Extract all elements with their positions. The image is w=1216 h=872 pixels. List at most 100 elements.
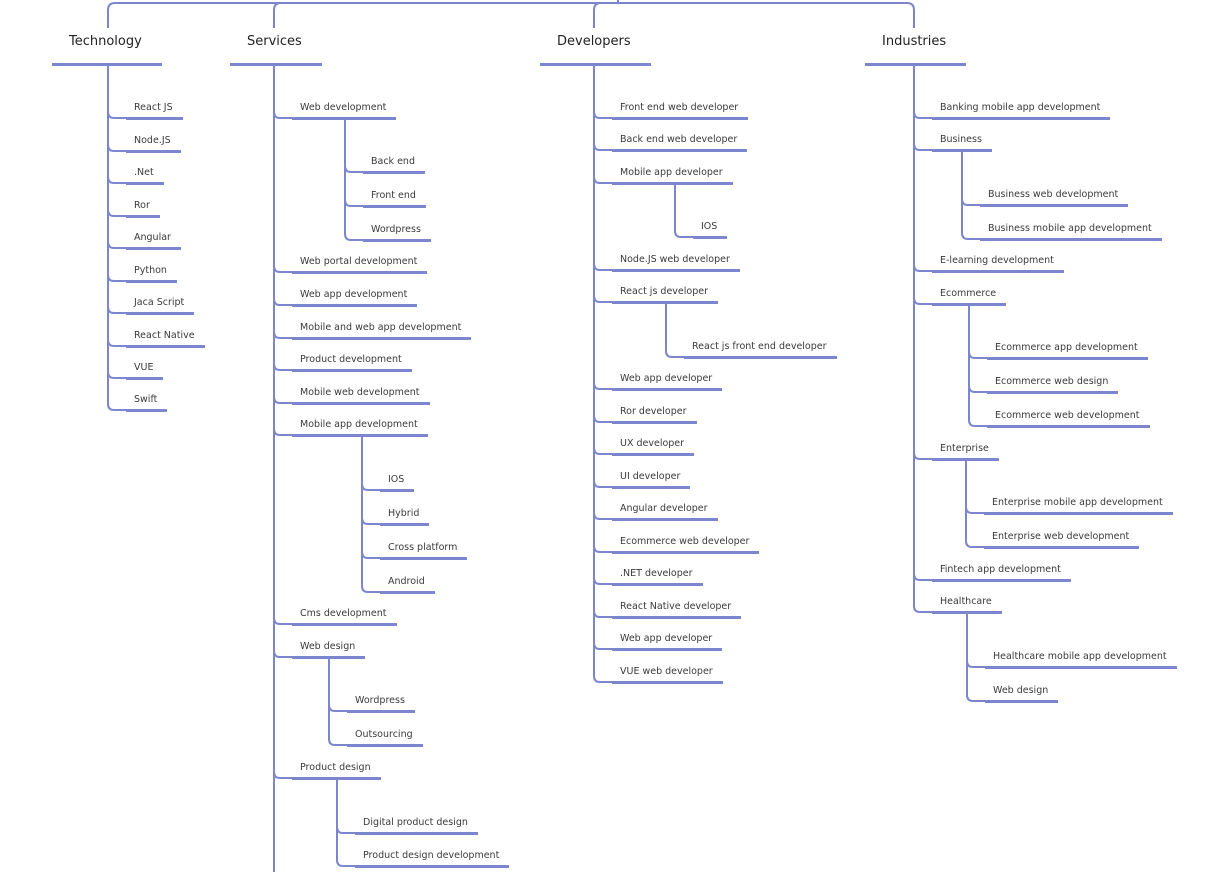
node-back-end[interactable]: Back end [363, 155, 425, 174]
connector [107, 64, 126, 314]
connector [344, 118, 363, 173]
node-front-end[interactable]: Front end [363, 189, 426, 208]
node-web-development[interactable]: Web development [292, 101, 397, 120]
connector [593, 64, 612, 271]
node-mobile-web-development[interactable]: Mobile web development [292, 386, 430, 405]
node-react-native-developer[interactable]: React Native developer [612, 600, 742, 619]
node-business[interactable]: Business [932, 133, 992, 152]
node-swift[interactable]: Swift [126, 393, 168, 412]
node-ios[interactable]: IOS [380, 473, 415, 492]
node-web-app-developer[interactable]: Web app developer [612, 632, 723, 651]
node-web-portal-development[interactable]: Web portal development [292, 255, 428, 274]
connector [593, 64, 612, 455]
node-ecommerce-web-design[interactable]: Ecommerce web design [987, 375, 1119, 394]
node-angular-developer[interactable]: Angular developer [612, 502, 718, 521]
node-react-js-developer[interactable]: React js developer [612, 285, 718, 304]
node-hybrid[interactable]: Hybrid [380, 507, 430, 526]
node-angular[interactable]: Angular [126, 231, 181, 250]
node-ecommerce-web-developer[interactable]: Ecommerce web developer [612, 535, 760, 554]
connector [593, 64, 612, 520]
connector [965, 459, 984, 514]
connector [966, 612, 985, 668]
node-enterprise[interactable]: Enterprise [932, 442, 999, 461]
node-business-web-development[interactable]: Business web development [980, 188, 1129, 207]
node-web-design[interactable]: Web design [292, 640, 366, 659]
node-fintech-app-development[interactable]: Fintech app development [932, 563, 1071, 582]
node-enterprise-mobile-app-development[interactable]: Enterprise mobile app development [984, 496, 1173, 515]
node-vue-web-developer[interactable]: VUE web developer [612, 665, 723, 684]
node-product-development[interactable]: Product development [292, 353, 412, 372]
node-industries[interactable]: Industries [865, 33, 967, 66]
node-react-native[interactable]: React Native [126, 329, 205, 348]
node-ios[interactable]: IOS [693, 220, 728, 239]
connector [361, 435, 380, 491]
node-ror[interactable]: Ror [126, 199, 160, 218]
connector [361, 435, 380, 559]
connector [107, 2, 915, 28]
connector [273, 2, 282, 28]
connector [593, 64, 612, 488]
connector [913, 64, 932, 581]
node-react-js[interactable]: React JS [126, 101, 183, 120]
connector [328, 657, 347, 712]
node-ecommerce-app-development[interactable]: Ecommerce app development [987, 341, 1148, 360]
node-mobile-and-web-app-development[interactable]: Mobile and web app development [292, 321, 472, 340]
connector [273, 64, 292, 371]
connector [913, 64, 932, 305]
connector [913, 64, 932, 151]
node-product-design[interactable]: Product design [292, 761, 381, 780]
connector [593, 64, 612, 553]
node-mobile-app-development[interactable]: Mobile app development [292, 418, 428, 437]
node-node-js-web-developer[interactable]: Node.JS web developer [612, 253, 740, 272]
node-enterprise-web-development[interactable]: Enterprise web development [984, 530, 1140, 549]
node-e-learning-development[interactable]: E-learning development [932, 254, 1064, 273]
node-technology[interactable]: Technology [52, 33, 162, 66]
node-python[interactable]: Python [126, 264, 177, 283]
connector [961, 150, 980, 240]
node-developers[interactable]: Developers [540, 33, 651, 66]
node-ecommerce[interactable]: Ecommerce [932, 287, 1007, 306]
node-mobile-app-developer[interactable]: Mobile app developer [612, 166, 733, 185]
node-wordpress[interactable]: Wordpress [363, 223, 431, 242]
connector [107, 64, 126, 411]
node-cross-platform[interactable]: Cross platform [380, 541, 468, 560]
node-react-js-front-end-developer[interactable]: React js front end developer [684, 340, 837, 359]
node-business-mobile-app-development[interactable]: Business mobile app development [980, 222, 1162, 241]
connector [336, 778, 355, 834]
connector [107, 64, 126, 347]
node-web-app-development[interactable]: Web app development [292, 288, 418, 307]
node-front-end-web-developer[interactable]: Front end web developer [612, 101, 749, 120]
node-vue[interactable]: VUE [126, 361, 164, 380]
connector [273, 64, 292, 436]
node-outsourcing[interactable]: Outsourcing [347, 728, 423, 747]
node-ui-developer[interactable]: UI developer [612, 470, 691, 489]
node-web-design[interactable]: Web design [985, 684, 1059, 703]
connector [913, 64, 932, 272]
node-ecommerce-web-development[interactable]: Ecommerce web development [987, 409, 1150, 428]
node-back-end-web-developer[interactable]: Back end web developer [612, 133, 748, 152]
node-digital-product-design[interactable]: Digital product design [355, 816, 478, 835]
node-android[interactable]: Android [380, 575, 435, 594]
node-services[interactable]: Services [230, 33, 322, 66]
node-node-js[interactable]: Node.JS [126, 134, 181, 153]
node-net-developer[interactable]: .NET developer [612, 567, 703, 586]
connector [966, 612, 985, 702]
node-banking-mobile-app-development[interactable]: Banking mobile app development [932, 101, 1111, 120]
node-ux-developer[interactable]: UX developer [612, 437, 695, 456]
connector [593, 64, 612, 151]
connector [328, 657, 347, 746]
connector [361, 435, 380, 593]
node-product-design-development[interactable]: Product design development [355, 849, 510, 868]
connector [968, 304, 987, 427]
node-wordpress[interactable]: Wordpress [347, 694, 415, 713]
node-ror-developer[interactable]: Ror developer [612, 405, 697, 424]
connector [273, 64, 292, 119]
node-jaca-script[interactable]: Jaca Script [126, 296, 195, 315]
node-net[interactable]: .Net [126, 166, 164, 185]
node-healthcare[interactable]: Healthcare [932, 595, 1002, 614]
node-cms-development[interactable]: Cms development [292, 607, 397, 626]
node-healthcare-mobile-app-development[interactable]: Healthcare mobile app development [985, 650, 1177, 669]
connector [593, 64, 612, 390]
connector [593, 64, 612, 650]
node-web-app-developer[interactable]: Web app developer [612, 372, 723, 391]
